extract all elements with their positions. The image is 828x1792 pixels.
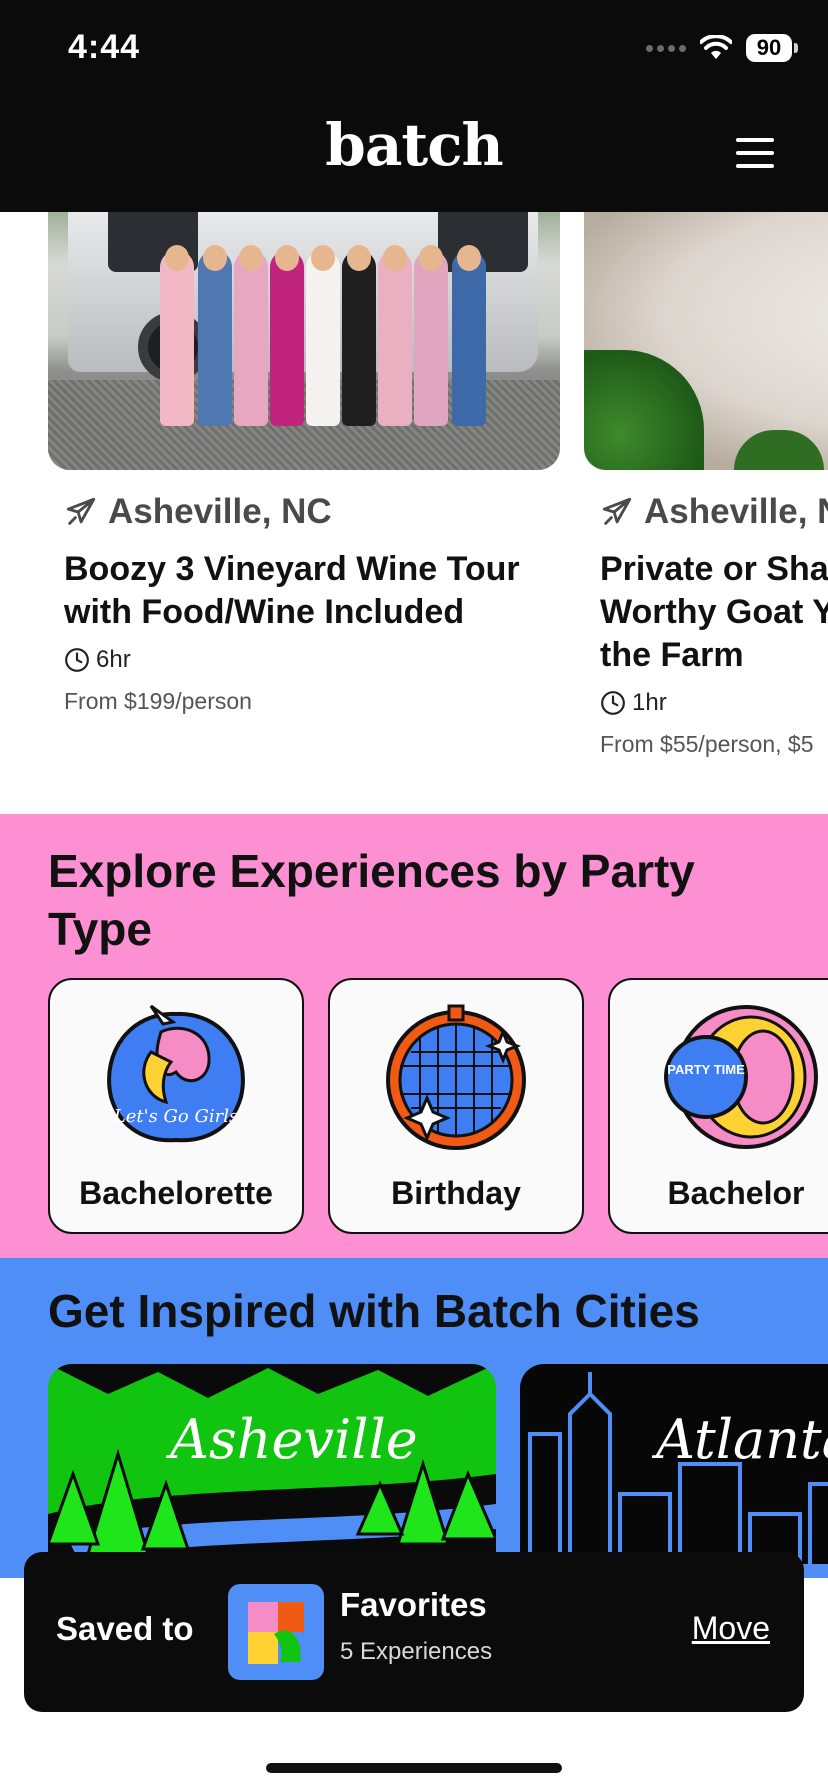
experience-duration: 1hr [632,689,667,716]
wifi-icon [700,35,732,59]
experience-price: From $199/person [64,688,252,714]
plane-icon [602,497,632,525]
favorites-collection-icon [228,1584,324,1680]
experience-card[interactable]: Asheville, N Private or Sha Worthy Goat … [584,212,828,758]
party-type-bachelorette[interactable]: Let's Go Girls Bachelorette [48,978,304,1234]
city-card-atlanta[interactable]: Atlanta [520,1364,828,1564]
svg-text:PARTY TIME: PARTY TIME [667,1062,745,1077]
svg-text:Let's Go Girls: Let's Go Girls [113,1106,238,1127]
city-name: Asheville [170,1408,418,1471]
plane-icon [66,497,96,525]
unicorn-badge-icon: Let's Go Girls [107,1004,245,1143]
experience-carousel[interactable]: Asheville, NC Boozy 3 Vineyard Wine Tour… [0,212,828,814]
section-title: Explore Experiences by Party Type [48,845,695,955]
city-card-asheville[interactable]: Asheville [48,1364,496,1564]
status-indicators: 90 [646,34,798,62]
clock-icon [65,648,89,672]
clock-icon [601,691,625,715]
experience-title[interactable]: Private or Sha Worthy Goat Y on the Farm [600,548,828,677]
party-time-ring-icon: PARTY TIME [664,1005,818,1149]
party-type-bachelor[interactable]: PARTY TIME Bachelor [608,978,828,1234]
move-link[interactable]: Move [692,1610,770,1647]
disco-ball-icon [386,1004,526,1150]
top-bar: 4:44 90 batch [0,0,828,212]
hamburger-menu-icon[interactable] [736,138,774,168]
experience-location: Asheville, NC [108,492,332,531]
saved-label: Saved to [56,1610,194,1647]
party-type-birthday[interactable]: Birthday [328,978,584,1234]
collection-count: 5 Experiences [340,1638,493,1665]
cellular-signal-icon [646,44,686,52]
experience-title[interactable]: Boozy 3 Vineyard Wine Tour with Food/Win… [64,548,554,634]
experience-card[interactable]: Asheville, NC Boozy 3 Vineyard Wine Tour… [48,212,560,715]
experience-location: Asheville, N [644,492,828,531]
saved-toast[interactable]: Saved to Favorites 5 Experiences Move [24,1552,804,1712]
cities-section: Get Inspired with Batch Cities Asheville [0,1258,828,1578]
home-indicator[interactable] [266,1763,562,1773]
party-type-section: Explore Experiences by Party Type Let's … [0,814,828,1258]
experience-duration: 6hr [96,646,131,673]
status-time: 4:44 [68,28,141,66]
party-type-label: Bachelor [667,1175,805,1211]
city-name: Atlanta [656,1408,828,1471]
party-type-label: Bachelorette [79,1175,273,1211]
batch-logo[interactable]: batch [0,116,828,174]
experience-price: From $55/person, $5 [600,731,814,757]
experience-photo[interactable] [48,212,560,470]
battery-icon: 90 [746,34,798,62]
party-type-label: Birthday [391,1175,521,1211]
collection-title: Favorites [340,1586,487,1623]
experience-photo[interactable] [584,212,828,470]
section-title: Get Inspired with Batch Cities [48,1285,700,1337]
